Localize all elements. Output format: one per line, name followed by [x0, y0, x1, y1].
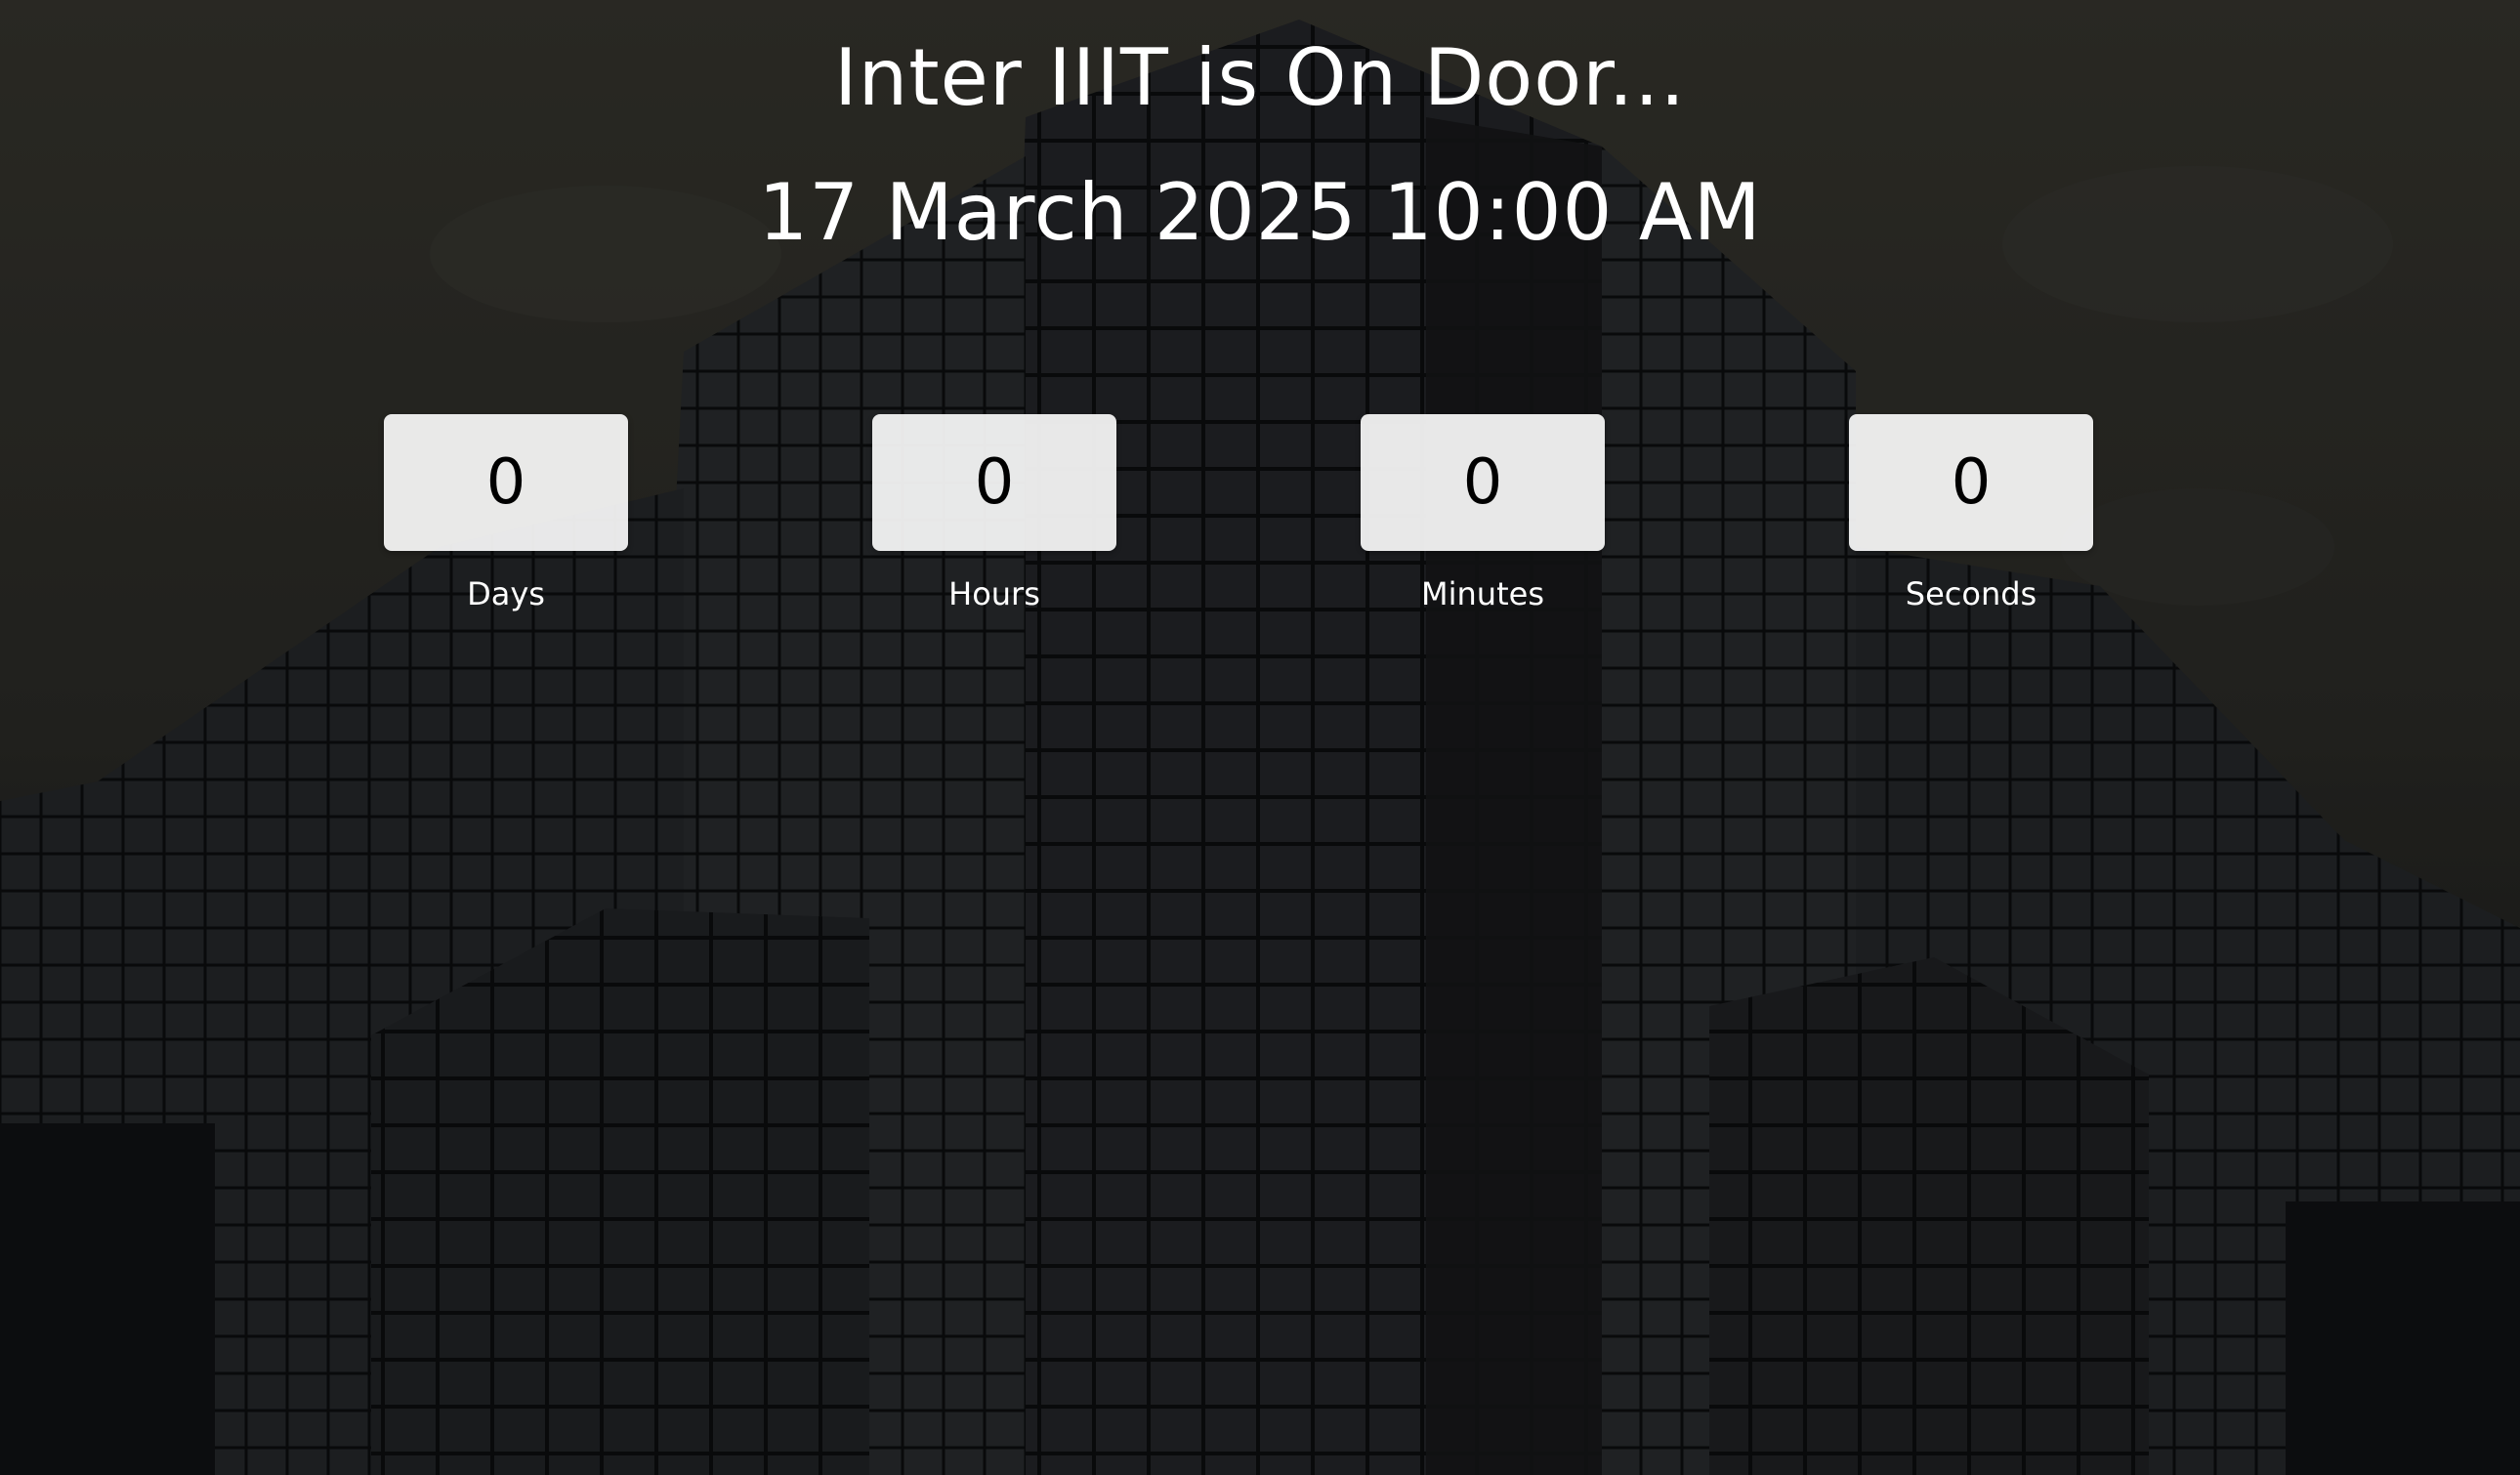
seconds-value: 0 — [1849, 414, 2093, 551]
countdown-content: Inter IIIT is On Door... 17 March 2025 1… — [0, 0, 2520, 1475]
page-title: Inter IIIT is On Door... — [833, 32, 1687, 123]
days-label: Days — [467, 575, 545, 612]
countdown-page: Inter IIIT is On Door... 17 March 2025 1… — [0, 0, 2520, 1475]
countdown-minutes: 0 Minutes — [1361, 414, 1605, 613]
countdown-seconds: 0 Seconds — [1849, 414, 2093, 613]
hours-label: Hours — [948, 575, 1040, 612]
days-value: 0 — [384, 414, 628, 551]
minutes-label: Minutes — [1421, 575, 1544, 612]
countdown-hours: 0 Hours — [872, 414, 1116, 613]
event-datetime: 17 March 2025 10:00 AM — [758, 167, 1762, 258]
minutes-value: 0 — [1361, 414, 1605, 551]
hours-value: 0 — [872, 414, 1116, 551]
seconds-label: Seconds — [1905, 575, 2037, 612]
countdown-days: 0 Days — [384, 414, 628, 613]
